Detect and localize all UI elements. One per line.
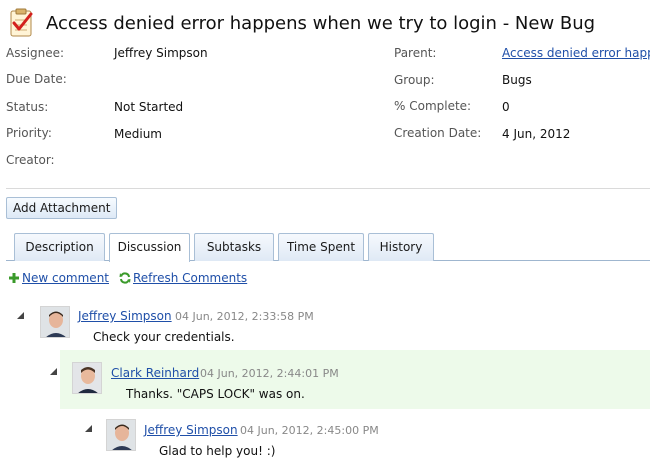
comment-text: Check your credentials. bbox=[93, 330, 235, 344]
avatar bbox=[106, 419, 136, 451]
comment-text: Thanks. "CAPS LOCK" was on. bbox=[126, 387, 305, 401]
refresh-comments-action[interactable]: Refresh Comments bbox=[119, 271, 247, 285]
assignee-value: Jeffrey Simpson bbox=[114, 46, 208, 60]
plus-icon bbox=[8, 272, 20, 284]
group-value: Bugs bbox=[502, 73, 532, 87]
tab-bar: Description Discussion Subtasks Time Spe… bbox=[14, 233, 650, 262]
comment-author-link[interactable]: Clark Reinhard bbox=[111, 366, 199, 380]
tab-history[interactable]: History bbox=[368, 233, 434, 261]
parent-link[interactable]: Access denied error happe bbox=[502, 46, 650, 60]
assignee-label: Assignee: bbox=[6, 46, 65, 60]
comment-author-link[interactable]: Jeffrey Simpson bbox=[144, 423, 238, 437]
collapse-toggle-icon[interactable] bbox=[85, 425, 92, 432]
tab-discussion[interactable]: Discussion bbox=[109, 233, 190, 262]
avatar bbox=[40, 306, 70, 338]
parent-label: Parent: bbox=[394, 46, 437, 60]
creator-label: Creator: bbox=[6, 153, 55, 167]
group-label: Group: bbox=[394, 73, 435, 87]
collapse-toggle-icon[interactable] bbox=[50, 368, 57, 375]
page-title: Access denied error happens when we try … bbox=[46, 12, 596, 34]
collapse-toggle-icon[interactable] bbox=[17, 312, 24, 319]
new-comment-action[interactable]: New comment bbox=[8, 271, 109, 285]
comment-author-link[interactable]: Jeffrey Simpson bbox=[78, 309, 172, 323]
percent-complete-label: % Complete: bbox=[394, 99, 472, 113]
add-attachment-button[interactable]: Add Attachment bbox=[6, 197, 118, 219]
priority-label: Priority: bbox=[6, 126, 52, 140]
creation-date-label: Creation Date: bbox=[394, 126, 482, 140]
comment-text: Glad to help you! :) bbox=[159, 444, 276, 458]
refresh-comments-link[interactable]: Refresh Comments bbox=[133, 271, 247, 285]
section-divider bbox=[6, 188, 650, 189]
checklist-icon bbox=[6, 8, 36, 38]
page-header: Access denied error happens when we try … bbox=[6, 6, 595, 40]
tab-time-spent[interactable]: Time Spent bbox=[278, 233, 364, 261]
comment-timestamp: 04 Jun, 2012, 2:45:00 PM bbox=[240, 424, 379, 437]
creation-date-value: 4 Jun, 2012 bbox=[502, 127, 571, 141]
due-date-label: Due Date: bbox=[6, 72, 67, 86]
priority-value: Medium bbox=[114, 127, 162, 141]
comment-timestamp: 04 Jun, 2012, 2:33:58 PM bbox=[175, 310, 314, 323]
percent-complete-value: 0 bbox=[502, 100, 510, 114]
new-comment-link[interactable]: New comment bbox=[22, 271, 109, 285]
tab-subtasks[interactable]: Subtasks bbox=[194, 233, 274, 261]
status-label: Status: bbox=[6, 100, 49, 114]
comment-timestamp: 04 Jun, 2012, 2:44:01 PM bbox=[200, 367, 339, 380]
avatar bbox=[72, 362, 102, 394]
status-value: Not Started bbox=[114, 100, 184, 114]
refresh-icon bbox=[119, 272, 131, 284]
tab-description[interactable]: Description bbox=[14, 233, 105, 261]
